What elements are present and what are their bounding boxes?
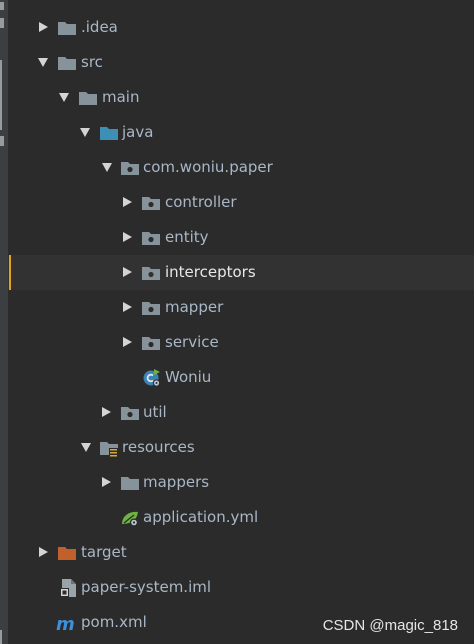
package-icon <box>142 302 160 315</box>
gutter-mark <box>0 136 4 146</box>
package-icon <box>142 337 160 350</box>
watermark: CSDN @magic_818 <box>322 617 458 634</box>
collapse-arrow-icon[interactable] <box>38 58 48 67</box>
collapse-arrow-icon[interactable] <box>102 163 112 172</box>
tree-row-util[interactable]: util <box>8 395 474 430</box>
package-icon <box>142 197 160 210</box>
tree-row-woniu[interactable]: Woniu <box>8 360 474 395</box>
gutter-mark <box>0 60 2 130</box>
expand-arrow-icon[interactable] <box>102 477 111 487</box>
tree-row-resources[interactable]: resources <box>8 430 474 465</box>
maven-icon: m <box>56 614 75 633</box>
tree-item-label: src <box>81 53 103 71</box>
left-tool-strip <box>0 0 8 644</box>
tree-row-java[interactable]: java <box>8 115 474 150</box>
iml-file-icon <box>60 579 76 597</box>
collapse-arrow-icon[interactable] <box>80 128 90 137</box>
tree-row-service[interactable]: service <box>8 325 474 360</box>
expand-arrow-icon[interactable] <box>123 197 132 207</box>
spring-boot-class-icon <box>143 369 161 387</box>
folder-icon <box>58 57 76 70</box>
tree-row-target[interactable]: target <box>8 535 474 570</box>
expand-arrow-icon[interactable] <box>123 232 132 242</box>
tree-row-main[interactable]: main <box>8 80 474 115</box>
package-icon <box>142 232 160 245</box>
folder-icon <box>79 92 97 105</box>
tree-row-iml[interactable]: paper-system.iml <box>8 570 474 605</box>
tree-row-package[interactable]: com.woniu.paper <box>8 150 474 185</box>
tree-row-mappers[interactable]: mappers <box>8 465 474 500</box>
tree-item-label: controller <box>165 193 237 211</box>
tree-item-label: main <box>102 88 140 106</box>
folder-icon <box>121 477 139 490</box>
gutter-mark <box>0 18 4 28</box>
spring-config-icon <box>122 511 138 527</box>
tree-item-label: .idea <box>81 18 118 36</box>
expand-arrow-icon[interactable] <box>102 407 111 417</box>
tree-item-label: interceptors <box>165 263 256 281</box>
tree-item-label: pom.xml <box>81 613 147 631</box>
expand-arrow-icon[interactable] <box>123 302 132 312</box>
resources-folder-icon <box>100 442 118 457</box>
tree-item-label: java <box>122 123 154 141</box>
expand-arrow-icon[interactable] <box>39 22 48 32</box>
project-tree: .idea src main java com.woniu.paper cont… <box>8 0 474 644</box>
tree-item-label: mappers <box>143 473 210 491</box>
tree-row-controller[interactable]: controller <box>8 185 474 220</box>
tree-item-label: com.woniu.paper <box>143 158 273 176</box>
tree-row-interceptors[interactable]: interceptors <box>8 255 474 290</box>
gutter-mark <box>0 630 2 644</box>
folder-icon <box>58 22 76 35</box>
svg-text:m: m <box>56 614 75 633</box>
tree-item-label: util <box>143 403 167 421</box>
tree-row-idea[interactable]: .idea <box>8 10 474 45</box>
tree-item-label: mapper <box>165 298 224 316</box>
tree-item-label: application.yml <box>143 508 259 526</box>
tree-row-src[interactable]: src <box>8 45 474 80</box>
package-icon <box>121 407 139 420</box>
tree-row-application-yml[interactable]: application.yml <box>8 500 474 535</box>
tree-item-label: Woniu <box>165 368 212 386</box>
tree-item-label: target <box>81 543 127 561</box>
tree-row-entity[interactable]: entity <box>8 220 474 255</box>
collapse-arrow-icon[interactable] <box>81 443 91 452</box>
excluded-folder-icon <box>58 547 76 560</box>
expand-arrow-icon[interactable] <box>123 337 132 347</box>
tree-item-label: entity <box>165 228 209 246</box>
gutter-mark <box>0 2 4 10</box>
tree-item-label: resources <box>122 438 195 456</box>
expand-arrow-icon[interactable] <box>39 547 48 557</box>
tree-row-mapper[interactable]: mapper <box>8 290 474 325</box>
source-root-folder-icon <box>100 127 118 140</box>
collapse-arrow-icon[interactable] <box>59 93 69 102</box>
tree-item-label: paper-system.iml <box>81 578 212 596</box>
tree-item-label: service <box>165 333 219 351</box>
package-icon <box>121 162 139 175</box>
expand-arrow-icon[interactable] <box>123 267 132 277</box>
package-icon <box>142 267 160 280</box>
